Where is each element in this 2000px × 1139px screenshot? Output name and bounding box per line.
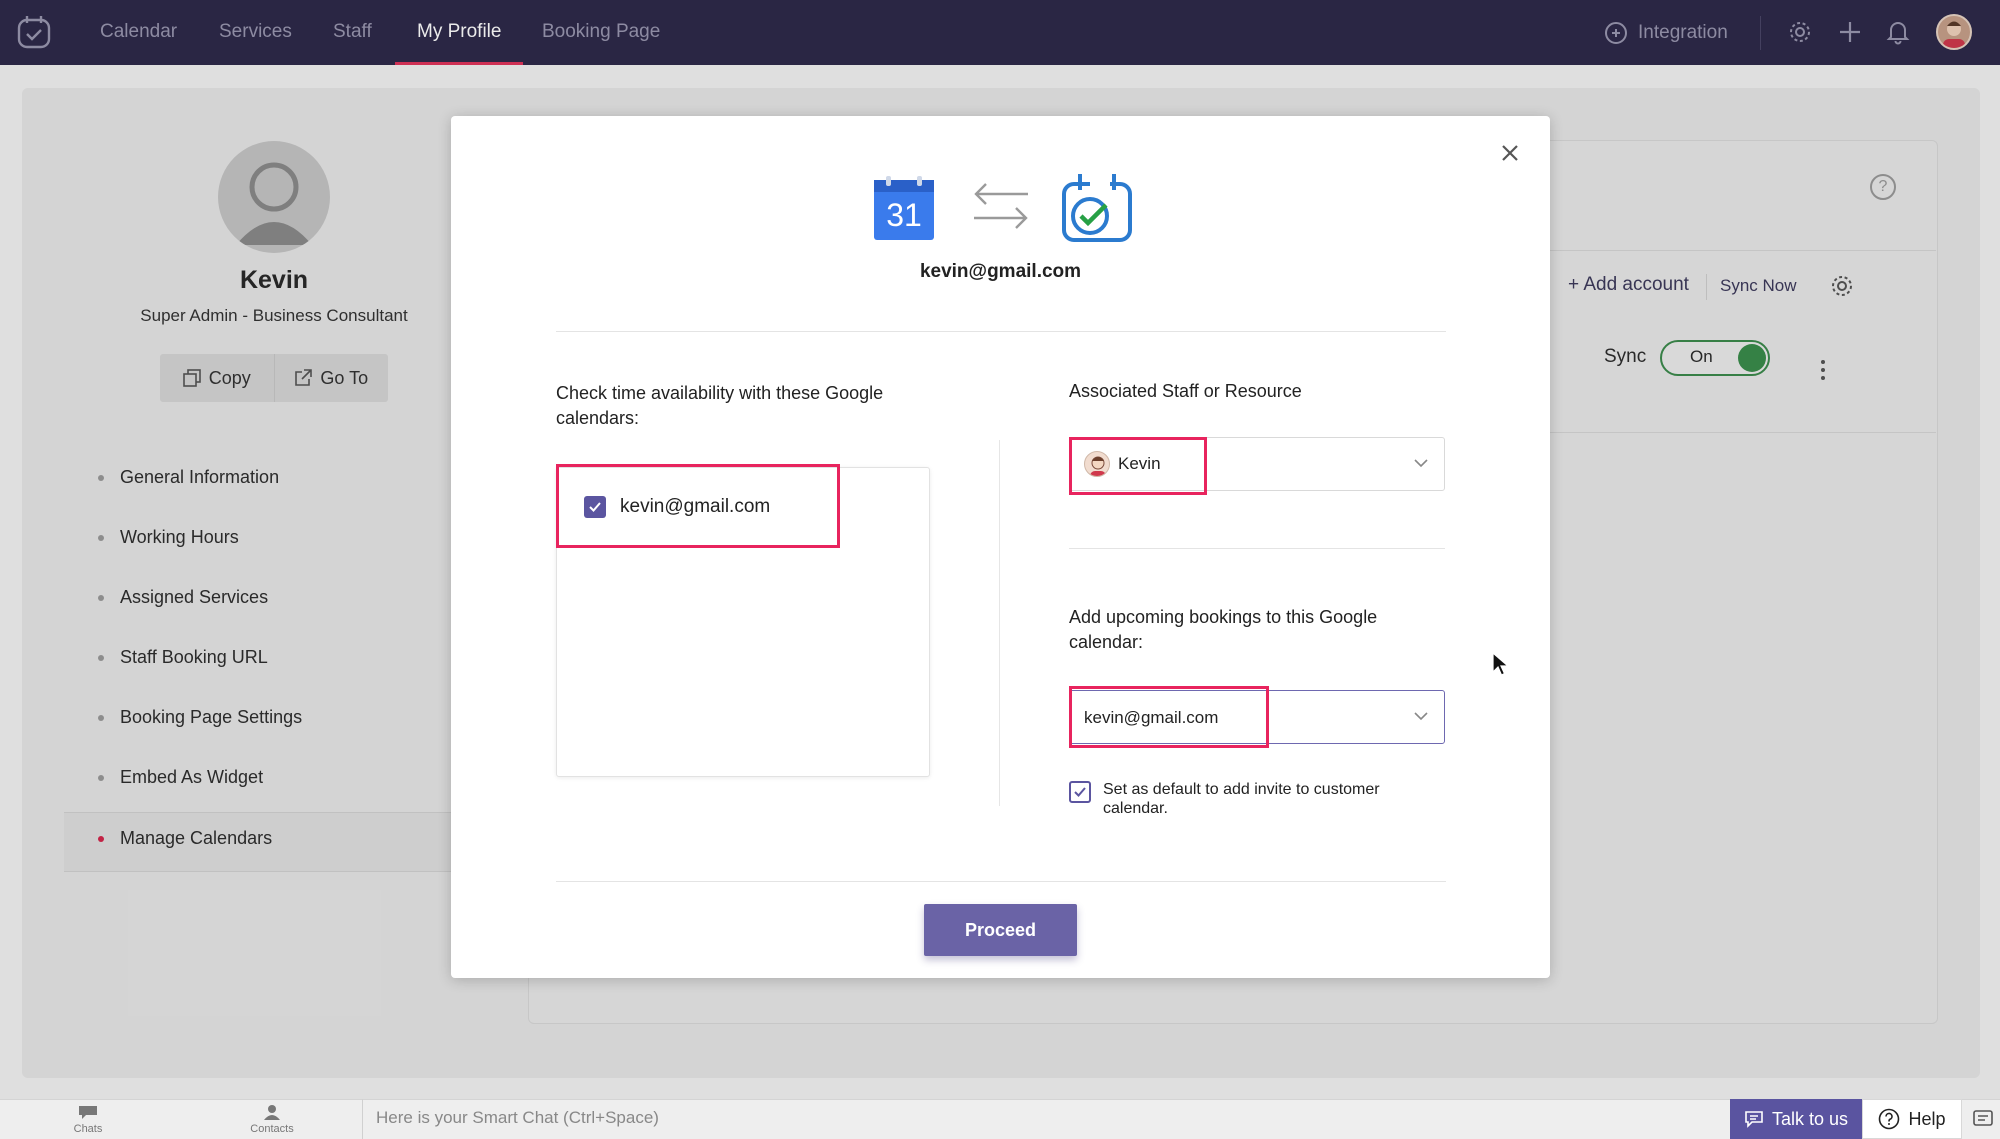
- chat-icon: [1745, 1111, 1763, 1128]
- close-icon[interactable]: [1497, 140, 1523, 166]
- chat-bubble-icon: [79, 1106, 97, 1119]
- mouse-cursor-icon: [1492, 652, 1510, 676]
- checkmark-icon: [1074, 787, 1086, 797]
- proceed-button[interactable]: Proceed: [924, 904, 1077, 956]
- connected-account-email: kevin@gmail.com: [919, 261, 1082, 282]
- help-label: Help: [1908, 1108, 1946, 1129]
- contacts-tab[interactable]: Contacts: [242, 1104, 302, 1135]
- contacts-person-icon: [264, 1105, 280, 1120]
- google-calendar-day: 31: [886, 197, 922, 233]
- google-calendar-icon: 31: [874, 176, 934, 240]
- highlight-upcoming-calendar: [1069, 686, 1269, 748]
- modal-footer-divider: [556, 881, 1446, 882]
- help-button[interactable]: Help: [1862, 1099, 1962, 1139]
- chevron-down-icon: [1414, 712, 1428, 721]
- talk-to-us-button[interactable]: Talk to us: [1730, 1099, 1862, 1139]
- default-invite-checkbox[interactable]: [1069, 781, 1091, 803]
- chats-label: Chats: [73, 1123, 103, 1135]
- staff-label: Associated Staff or Resource: [1069, 381, 1302, 401]
- chats-tab[interactable]: Chats: [58, 1104, 118, 1135]
- default-invite-label: Set as default to add invite to customer…: [1103, 781, 1380, 817]
- availability-label: Check time availability with these Googl…: [556, 383, 884, 428]
- smart-chat-input[interactable]: Here is your Smart Chat (Ctrl+Space): [376, 1108, 659, 1128]
- sync-arrows-icon: [974, 183, 1028, 229]
- help-circle-icon: [1879, 1108, 1900, 1130]
- upcoming-bookings-label: Add upcoming bookings to this Google cal…: [1069, 607, 1378, 652]
- contacts-label: Contacts: [250, 1123, 294, 1135]
- talk-to-us-label: Talk to us: [1771, 1108, 1849, 1129]
- feedback-icon[interactable]: [1972, 1108, 1994, 1130]
- bottom-bar-divider: [362, 1099, 363, 1139]
- chevron-down-icon: [1414, 459, 1428, 468]
- modal-header-divider: [556, 331, 1446, 332]
- highlight-availability: [556, 464, 840, 548]
- highlight-staff: [1069, 437, 1207, 495]
- right-column-divider: [1069, 548, 1445, 549]
- default-invite-row[interactable]: Set as default to add invite to customer…: [1069, 780, 1423, 818]
- bookings-app-icon: [1062, 174, 1132, 242]
- modal-column-divider: [999, 440, 1000, 806]
